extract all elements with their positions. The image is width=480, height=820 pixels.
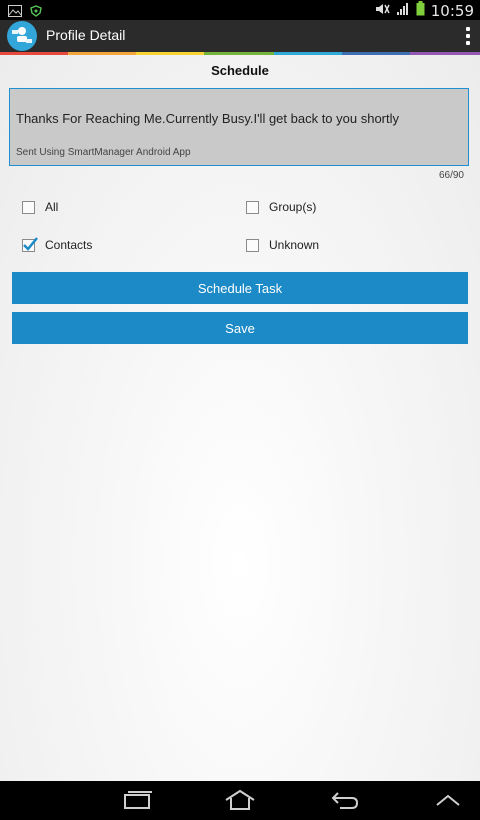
checkbox-box[interactable] bbox=[246, 238, 259, 252]
checkbox-all[interactable]: All bbox=[22, 200, 58, 214]
checkbox-box[interactable] bbox=[22, 236, 38, 252]
home-icon[interactable] bbox=[224, 789, 256, 815]
checkbox-label: All bbox=[45, 200, 59, 214]
app-people-icon[interactable] bbox=[7, 21, 37, 51]
content-area: Schedule Thanks For Reaching Me.Currentl… bbox=[0, 55, 480, 781]
checkmark-icon bbox=[23, 236, 38, 251]
checkbox-contacts[interactable]: Contacts bbox=[22, 236, 93, 252]
checkbox-label: Unknown bbox=[269, 238, 320, 252]
wifi-shield-icon bbox=[30, 2, 42, 21]
checkbox-box[interactable] bbox=[246, 200, 259, 214]
battery-icon bbox=[416, 1, 425, 20]
back-icon[interactable] bbox=[330, 789, 360, 815]
checkbox-box[interactable] bbox=[22, 200, 35, 214]
schedule-task-button[interactable]: Schedule Task bbox=[12, 272, 468, 304]
mute-icon bbox=[374, 1, 390, 20]
message-text: Thanks For Reaching Me.Currently Busy.I'… bbox=[16, 111, 400, 126]
checkbox-groups[interactable]: Group(s) bbox=[246, 200, 316, 214]
checkbox-label: Group(s) bbox=[269, 200, 317, 214]
status-bar: 10:59 bbox=[0, 0, 480, 20]
recent-apps-icon[interactable] bbox=[122, 789, 152, 815]
status-clock: 10:59 bbox=[430, 1, 474, 20]
overflow-menu-icon[interactable] bbox=[466, 27, 470, 45]
image-icon bbox=[8, 2, 22, 21]
save-button[interactable]: Save bbox=[12, 312, 468, 344]
character-counter: 66/90 bbox=[438, 170, 464, 181]
checkbox-label: Contacts bbox=[45, 238, 93, 252]
action-bar: Profile Detail bbox=[0, 20, 480, 52]
message-signature: Sent Using SmartManager Android App bbox=[16, 147, 191, 158]
signal-icon bbox=[396, 1, 410, 20]
message-field[interactable]: Thanks For Reaching Me.Currently Busy.I'… bbox=[9, 88, 469, 166]
checkbox-unknown[interactable]: Unknown bbox=[246, 238, 319, 252]
navigation-bar bbox=[0, 781, 480, 820]
app-title: Profile Detail bbox=[46, 27, 126, 43]
chevron-up-icon[interactable] bbox=[434, 789, 462, 815]
page-title: Schedule bbox=[211, 63, 269, 78]
